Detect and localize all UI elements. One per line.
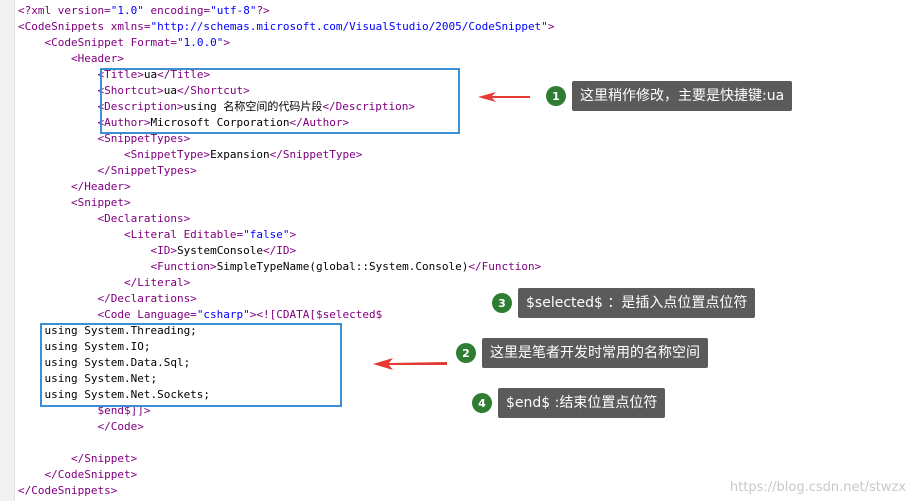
code-token: <CodeSnippets xmlns= xyxy=(18,20,151,33)
code-line: </CodeSnippets> xyxy=(18,483,117,499)
code-token: </Code> xyxy=(18,420,144,433)
code-line: </Snippet> xyxy=(18,451,137,467)
code-token: "utf-8" xyxy=(210,4,257,17)
code-token: </Header> xyxy=(18,180,131,193)
callout-number-badge: 2 xyxy=(456,343,476,363)
code-line: <Function>SimpleTypeName(global::System.… xyxy=(18,259,541,275)
watermark: https://blog.csdn.net/stwzx xyxy=(729,480,906,495)
callout-number-badge: 4 xyxy=(472,393,492,413)
code-token: </SnippetTypes> xyxy=(18,164,197,177)
code-line: <?xml version="1.0" encoding="utf-8"?> xyxy=(18,3,270,19)
code-line: <CodeSnippets xmlns="http://schemas.micr… xyxy=(18,19,554,35)
callout-text: $end$ :结束位置点位符 xyxy=(498,388,666,418)
code-token: "http://schemas.microsoft.com/VisualStud… xyxy=(150,20,548,33)
callout-text: $selected$ ：是插入点位置点位符 xyxy=(518,288,756,318)
code-token: ?> xyxy=(256,4,270,17)
code-token: <?xml version= xyxy=(18,4,111,17)
code-token: > xyxy=(223,36,230,49)
using-highlight-box xyxy=(40,323,342,407)
code-token: </Declarations> xyxy=(18,292,197,305)
callout-number-badge: 3 xyxy=(492,293,512,313)
callout-text: 这里稍作修改，主要是快捷键:ua xyxy=(572,81,793,111)
callout-1: 1 这里稍作修改，主要是快捷键:ua xyxy=(546,81,793,111)
code-line: </SnippetTypes> xyxy=(18,163,197,179)
code-token: </CodeSnippet> xyxy=(18,468,138,481)
code-token: SystemConsole xyxy=(176,244,264,257)
code-token: encoding= xyxy=(143,4,211,17)
code-line: </CodeSnippet> xyxy=(18,467,137,483)
code-line: </Declarations> xyxy=(18,291,197,307)
code-line: </Code> xyxy=(18,419,144,435)
callout-3: 3 $selected$ ：是插入点位置点位符 xyxy=(492,288,756,318)
code-token: <Literal Editable= xyxy=(18,228,244,241)
code-line: <ID>SystemConsole</ID> xyxy=(18,243,296,259)
code-token: "1.0" xyxy=(110,4,144,17)
code-token: <Declarations> xyxy=(18,212,191,225)
code-token: > xyxy=(289,228,297,241)
code-line: <Snippet> xyxy=(18,195,131,211)
code-line: <Code Language="csharp"><![CDATA[$select… xyxy=(18,307,382,323)
callout-text: 这里是笔者开发时常用的名称空间 xyxy=(482,338,708,368)
code-token: SimpleTypeName(global::System.Console) xyxy=(216,260,469,273)
code-token: <Snippet> xyxy=(18,196,131,209)
code-line: </Header> xyxy=(18,179,131,195)
code-token: </Function> xyxy=(468,260,542,273)
code-token: <SnippetType> xyxy=(18,148,211,161)
code-token: ><![CDATA[$selected$ xyxy=(249,308,383,321)
code-token: </Literal> xyxy=(18,276,191,289)
header-highlight-box xyxy=(100,68,460,134)
code-token: <CodeSnippet Format= xyxy=(18,36,177,49)
callout-2: 2 这里是笔者开发时常用的名称空间 xyxy=(456,338,708,368)
code-token: Expansion xyxy=(210,148,270,161)
code-token: > xyxy=(547,20,555,33)
code-line: </Literal> xyxy=(18,275,190,291)
code-token: "false" xyxy=(243,228,290,241)
code-token: <ID> xyxy=(18,244,177,257)
code-line: <SnippetType>Expansion</SnippetType> xyxy=(18,147,362,163)
code-line: <Declarations> xyxy=(18,211,190,227)
arrow-icon xyxy=(373,358,447,370)
code-token: </CodeSnippets> xyxy=(18,484,118,497)
code-token: </ID> xyxy=(263,244,297,257)
code-line: <Header> xyxy=(18,51,124,67)
code-token: "csharp" xyxy=(196,308,250,321)
callout-number-badge: 1 xyxy=(546,86,566,106)
code-token: <Code Language= xyxy=(18,308,197,321)
code-token: <Header> xyxy=(18,52,124,65)
code-token: <Function> xyxy=(18,260,217,273)
code-token: "1.0.0" xyxy=(176,36,224,49)
arrow-icon xyxy=(478,92,530,102)
callout-4: 4 $end$ :结束位置点位符 xyxy=(472,388,666,418)
code-line: <Literal Editable="false"> xyxy=(18,227,296,243)
code-line: <CodeSnippet Format="1.0.0"> xyxy=(18,35,230,51)
code-token: </SnippetType> xyxy=(269,148,363,161)
code-token: </Snippet> xyxy=(18,452,138,465)
